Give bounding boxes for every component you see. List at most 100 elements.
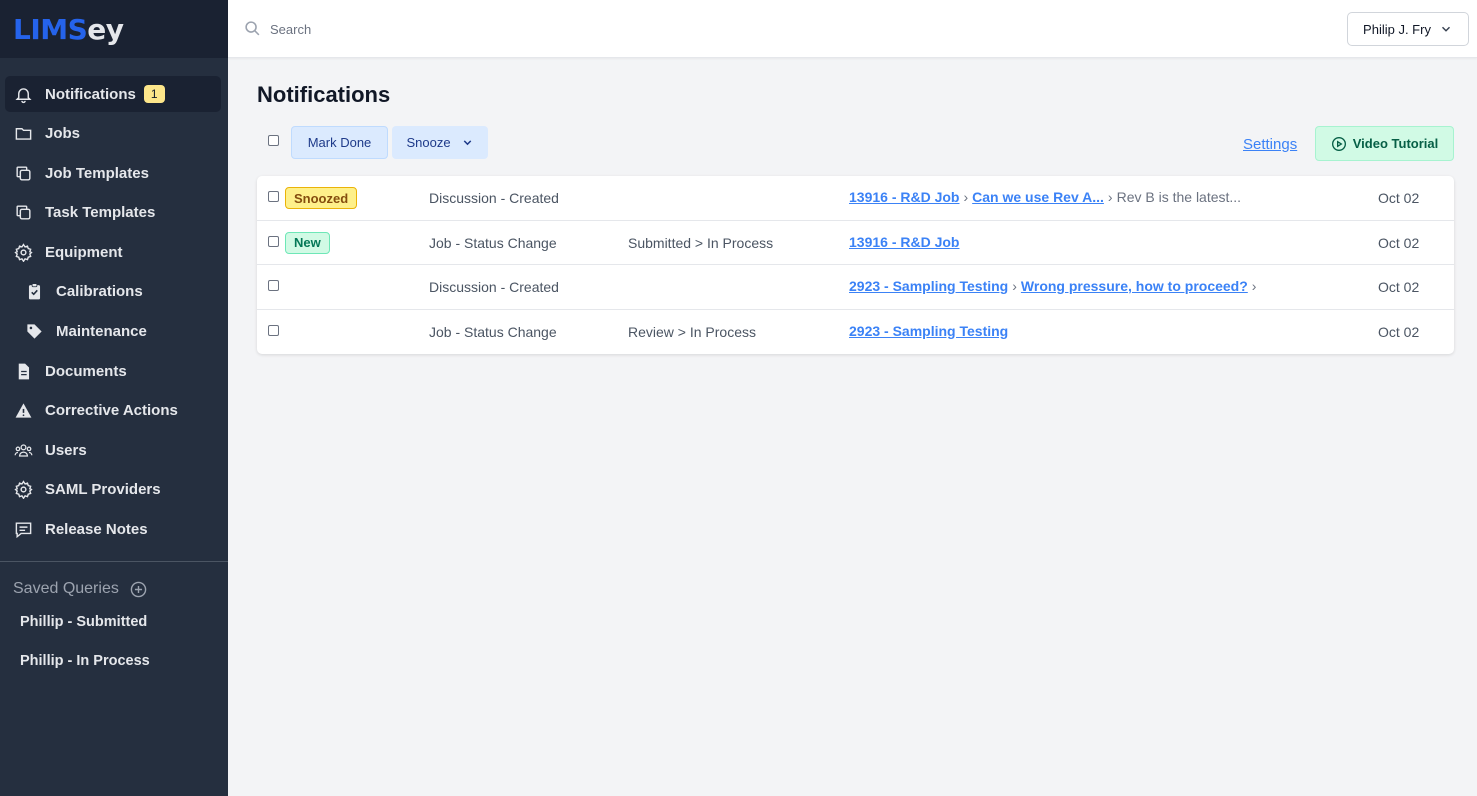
notification-date: Oct 02	[1378, 234, 1420, 251]
sidebar-item-label: Job Templates	[45, 164, 149, 182]
sidebar-item-label: SAML Providers	[45, 481, 161, 499]
sidebar-item-equipment[interactable]: Equipment	[5, 234, 221, 270]
saved-query-item[interactable]: Phillip - Submitted	[20, 614, 147, 630]
sidebar-item-notifications[interactable]: Notifications 1	[5, 76, 221, 112]
sidebar-item-users[interactable]: Users	[5, 432, 221, 468]
table-row[interactable]: Discussion - Created 2923 - Sampling Tes…	[257, 265, 1454, 310]
table-row[interactable]: New Job - Status Change Submitted > In P…	[257, 221, 1454, 265]
sidebar-item-label: Users	[45, 441, 87, 459]
chat-icon	[13, 520, 33, 540]
sidebar-item-label: Task Templates	[45, 204, 156, 222]
notification-links: 2923 - Sampling Testing	[849, 323, 1008, 339]
copy-icon	[13, 203, 33, 223]
breadcrumb-separator: ›	[1107, 189, 1113, 205]
warning-icon	[13, 401, 33, 421]
discussion-preview: Rev B is the latest...	[1116, 189, 1242, 205]
logo-lims: LIMS	[13, 12, 88, 46]
sidebar-item-label: Notifications	[45, 85, 136, 103]
notification-count-badge: 1	[143, 85, 165, 103]
document-icon	[13, 361, 33, 381]
search-icon	[244, 20, 261, 37]
notification-type: Job - Status Change	[429, 323, 557, 340]
mark-done-button[interactable]: Mark Done	[291, 126, 388, 159]
table-row[interactable]: Snoozed Discussion - Created 13916 - R&D…	[257, 176, 1454, 221]
sidebar-item-label: Jobs	[45, 125, 81, 143]
bell-icon	[13, 84, 33, 104]
chevron-down-icon	[1441, 26, 1450, 32]
table-row[interactable]: Job - Status Change Review > In Process …	[257, 310, 1454, 355]
logo-ey: ey	[87, 12, 124, 46]
job-link[interactable]: 13916 - R&D Job	[849, 234, 959, 250]
user-menu-button[interactable]: Philip J. Fry	[1347, 12, 1469, 46]
video-tutorial-label: Video Tutorial	[1352, 136, 1439, 151]
sidebar-item-label: Release Notes	[45, 521, 148, 539]
notification-date: Oct 02	[1378, 190, 1420, 206]
row-checkbox[interactable]	[268, 324, 279, 336]
gear-icon	[13, 480, 33, 500]
discussion-link[interactable]: Wrong pressure, how to proceed?	[1021, 278, 1248, 294]
notifications-table: Snoozed Discussion - Created 13916 - R&D…	[257, 176, 1454, 354]
tag-icon	[24, 322, 44, 342]
gear-icon	[13, 242, 33, 262]
select-all-checkbox[interactable]	[268, 135, 279, 146]
sidebar: LIMSey Notifications 1 Jobs Job Template…	[0, 0, 228, 796]
sidebar-item-saml-providers[interactable]: SAML Providers	[5, 472, 221, 508]
sidebar-item-calibrations[interactable]: Calibrations	[5, 274, 221, 310]
breadcrumb-separator: ›	[1012, 278, 1017, 294]
breadcrumb-separator: ›	[1251, 278, 1257, 294]
copy-icon	[13, 163, 33, 183]
notification-type: Discussion - Created	[429, 190, 559, 206]
clipboard-check-icon	[24, 282, 44, 302]
snooze-button[interactable]: Snooze	[392, 126, 488, 159]
row-checkbox[interactable]	[268, 191, 279, 202]
row-checkbox[interactable]	[268, 280, 279, 291]
sidebar-item-label: Documents	[45, 362, 127, 380]
discussion-link[interactable]: Can we use Rev A...	[972, 189, 1104, 205]
sidebar-item-documents[interactable]: Documents	[5, 353, 221, 389]
status-badge-new: New	[285, 231, 330, 254]
sidebar-item-label: Equipment	[45, 243, 123, 261]
notification-type: Job - Status Change	[429, 234, 557, 251]
notification-date: Oct 02	[1378, 323, 1420, 340]
sidebar-item-task-templates[interactable]: Task Templates	[5, 195, 221, 231]
row-checkbox[interactable]	[268, 235, 279, 247]
saved-queries-heading: Saved Queries	[13, 580, 147, 598]
sidebar-item-corrective-actions[interactable]: Corrective Actions	[5, 393, 221, 429]
sidebar-nav: Notifications 1 Jobs Job Templates Task …	[0, 58, 228, 548]
job-link[interactable]: 2923 - Sampling Testing	[849, 323, 1008, 339]
saved-queries-title: Saved Queries	[13, 580, 119, 597]
notification-links: 13916 - R&D Job › Can we use Rev A... › Rev …	[849, 189, 1241, 205]
user-name: Philip J. Fry	[1363, 21, 1431, 37]
sidebar-item-release-notes[interactable]: Release Notes	[5, 512, 221, 548]
top-bar: Philip J. Fry	[228, 0, 1477, 58]
add-saved-query-icon[interactable]	[130, 581, 147, 598]
notification-date: Oct 02	[1378, 279, 1420, 295]
sidebar-item-job-templates[interactable]: Job Templates	[5, 155, 221, 191]
sidebar-item-maintenance[interactable]: Maintenance	[5, 314, 221, 350]
saved-query-item[interactable]: Phillip - In Process	[20, 653, 150, 669]
play-circle-icon	[1331, 136, 1346, 151]
app-logo[interactable]: LIMSey	[13, 13, 124, 46]
logo-bar: LIMSey	[0, 0, 228, 58]
notification-links: 13916 - R&D Job	[849, 234, 959, 250]
mark-done-label: Mark Done	[307, 135, 372, 150]
notification-links: 2923 - Sampling Testing › Wrong pressure, …	[849, 278, 1260, 294]
search-input[interactable]	[270, 17, 870, 41]
settings-link[interactable]: Settings	[1243, 136, 1297, 153]
breadcrumb-separator: ›	[963, 189, 969, 205]
video-tutorial-button[interactable]: Video Tutorial	[1315, 126, 1454, 161]
job-link[interactable]: 13916 - R&D Job	[849, 189, 959, 205]
sidebar-item-label: Maintenance	[56, 323, 147, 341]
users-icon	[13, 440, 33, 460]
notification-type: Discussion - Created	[429, 279, 559, 295]
folder-icon	[13, 124, 33, 144]
job-link[interactable]: 2923 - Sampling Testing	[849, 278, 1008, 294]
status-change: Submitted > In Process	[628, 234, 774, 251]
sidebar-divider	[0, 561, 228, 562]
status-change: Review > In Process	[628, 323, 756, 340]
chevron-down-icon	[463, 140, 471, 146]
page-title: Notifications	[257, 82, 391, 107]
sidebar-item-label: Calibrations	[56, 283, 143, 301]
sidebar-item-jobs[interactable]: Jobs	[5, 116, 221, 152]
sidebar-item-label: Corrective Actions	[45, 402, 178, 420]
